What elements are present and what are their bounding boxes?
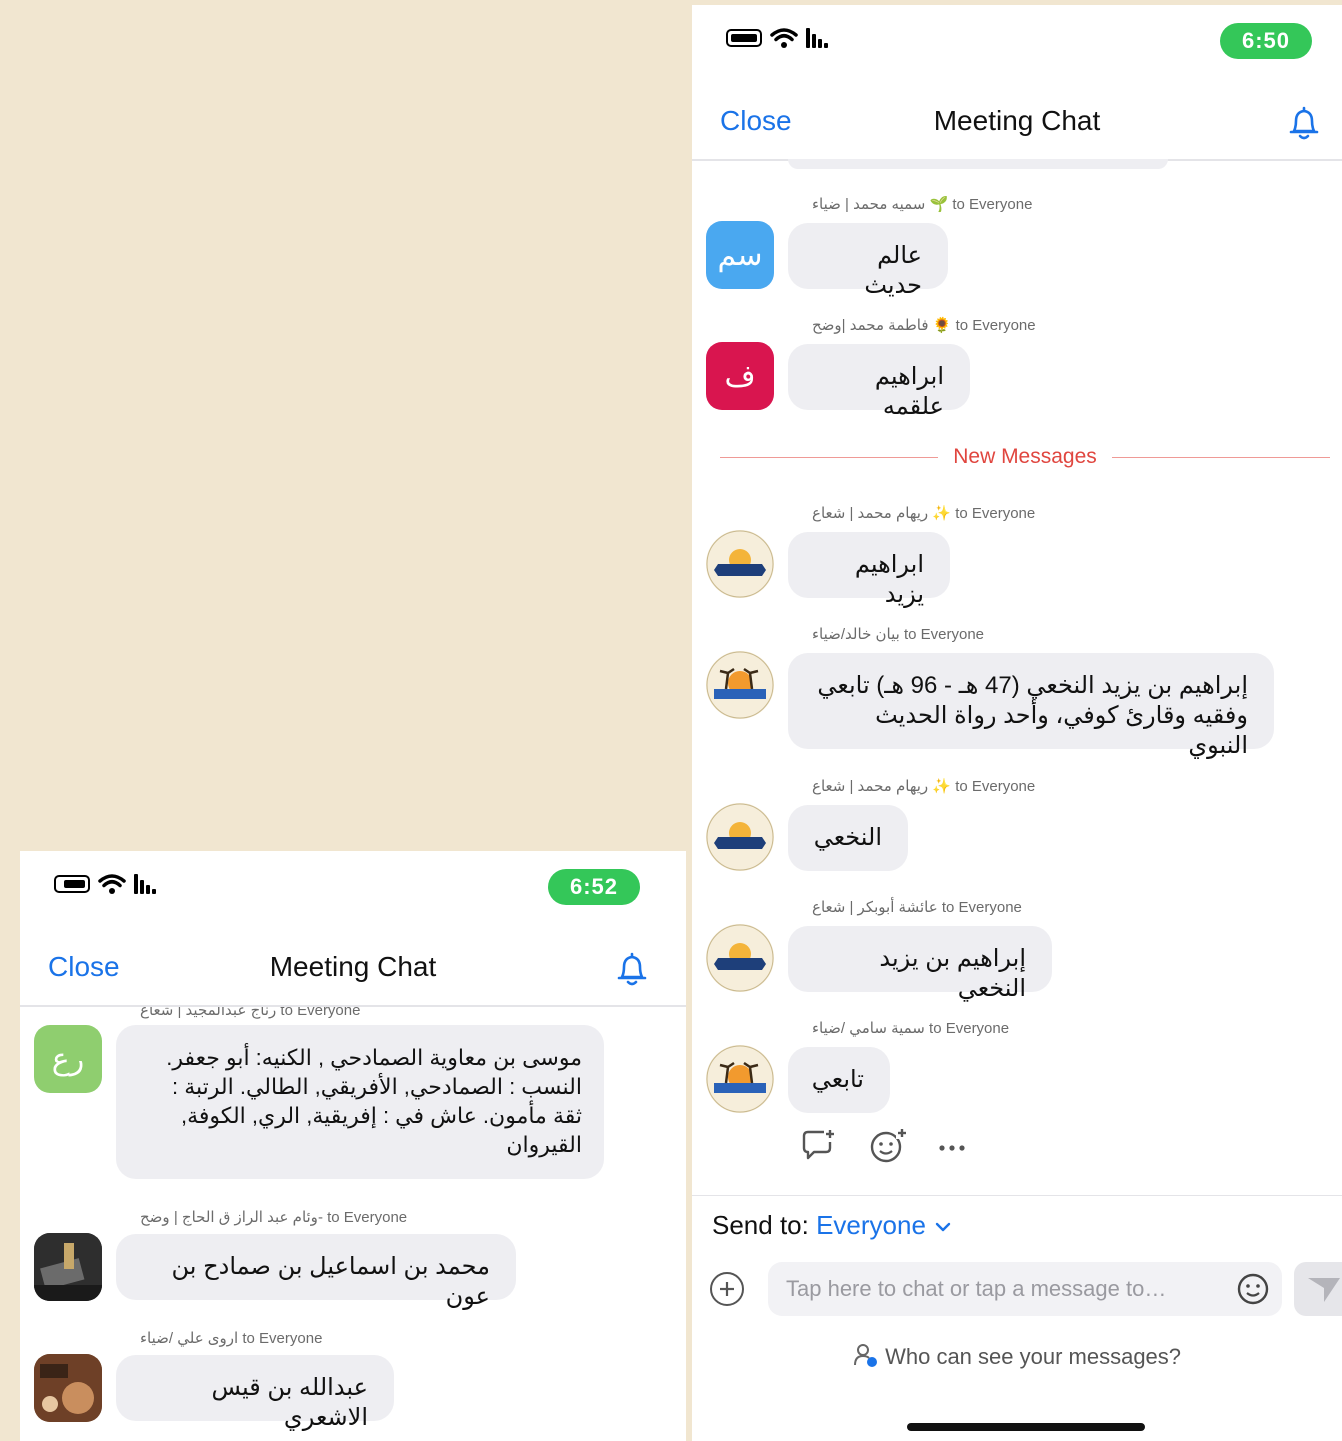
more-icon[interactable] [938, 1140, 968, 1158]
status-bar: 6:50 [692, 5, 1342, 85]
composer: Tap here to chat or tap a message to… [692, 1261, 1342, 1321]
shuaa-logo-avatar[interactable] [706, 803, 774, 871]
chat-input[interactable]: Tap here to chat or tap a message to… [768, 1262, 1282, 1316]
home-indicator [907, 1423, 1145, 1431]
time-pill: 6:50 [1219, 23, 1312, 59]
message-bubble[interactable]: إبراهيم بن يزيد النخعي (47 هـ - 96 هـ) ت… [788, 653, 1274, 759]
sender-label: سمية سامي /ضياء to Everyone [812, 1020, 1010, 1037]
diyaa-logo-avatar[interactable] [706, 1045, 774, 1113]
who-can-see-label: Who can see your messages? [885, 1344, 1182, 1369]
send-to-selector[interactable]: Send to: Everyone [712, 1210, 953, 1241]
photo-avatar[interactable] [34, 1354, 102, 1422]
chevron-down-icon [933, 1210, 953, 1240]
page-title: Meeting Chat [269, 951, 437, 982]
page-title: Meeting Chat [933, 105, 1101, 136]
battery-icon [54, 875, 90, 893]
message-line: إبراهيم بن يزيد النخعي (47 هـ - 96 هـ) ت… [817, 672, 1248, 699]
status-bar: 6:52 [20, 851, 686, 931]
diyaa-logo-avatar[interactable] [706, 651, 774, 719]
who-can-see-link[interactable]: Who can see your messages? [692, 1343, 1342, 1370]
new-messages-separator: New Messages [720, 445, 1330, 469]
message-line: النسب : الصمادحي, الأفريقي, الطالي. الرت… [172, 1074, 582, 1099]
person-lock-icon [853, 1344, 879, 1369]
sender-label: بيان خالد/ضياء to Everyone [812, 626, 985, 643]
signal-icon [806, 28, 828, 48]
nav-bar: Close Meeting Chat [20, 939, 686, 1007]
message-actions [800, 1127, 968, 1170]
message-bubble[interactable]: ابراهيم يزيد [788, 532, 950, 608]
sender-label: عائشة أبوبكر | شعاع to Everyone [812, 899, 1022, 916]
message-bubble[interactable]: تابعي [788, 1047, 890, 1113]
emoji-icon[interactable] [1236, 1272, 1270, 1311]
meeting-chat-screen-right: 6:50 Close Meeting Chat سميه محمد | ضياء… [692, 5, 1342, 1441]
message-bubble[interactable]: إبراهيم بن يزيد النخعي [788, 926, 1052, 1002]
reply-icon[interactable] [800, 1128, 838, 1169]
message-bubble[interactable]: محمد بن اسماعيل بن صمادح بن عون [116, 1234, 516, 1310]
plus-icon[interactable] [710, 1272, 744, 1306]
message-bubble[interactable]: النخعي [788, 805, 908, 871]
nav-bar: Close Meeting Chat [692, 93, 1342, 161]
message-line: موسى بن معاوية الصمادحي , الكنيه: أبو جع… [166, 1045, 582, 1070]
sender-label: سميه محمد | ضياء 🌱 to Everyone [812, 196, 1033, 213]
sender-label: فاطمة محمد |وضح 🌻 to Everyone [812, 317, 1036, 334]
time-pill: 6:52 [547, 869, 640, 905]
message-bubble[interactable]: ابراهيم علقمه [788, 344, 970, 420]
message-line: ثقة مأمون. عاش في : إفريقية, الري, الكوف… [181, 1103, 582, 1128]
sender-label: وئام عبد الراز ق الحاج | وضح- to Everyon… [140, 1209, 408, 1226]
avatar[interactable]: ف [706, 342, 774, 410]
shuaa-logo-avatar[interactable] [706, 530, 774, 598]
message-line: وفقيه وقارئ كوفي، وأحد رواة الحديث النبو… [875, 702, 1248, 759]
send-button[interactable] [1294, 1262, 1342, 1316]
message-line: القيروان [506, 1132, 582, 1157]
message-bubble[interactable]: عالم حديث [788, 223, 948, 299]
sender-label: ريهام محمد | شعاع ✨ to Everyone [812, 505, 1036, 522]
meeting-chat-screen-left: 6:52 Close Meeting Chat رناج عبدالمجيد |… [20, 851, 686, 1441]
wifi-icon [770, 27, 798, 49]
sender-label: ريهام محمد | شعاع ✨ to Everyone [812, 778, 1036, 795]
avatar[interactable]: سم [706, 221, 774, 289]
wifi-icon [98, 873, 126, 895]
add-reaction-icon[interactable] [868, 1127, 908, 1170]
signal-icon [134, 874, 156, 894]
photo-avatar[interactable] [34, 1233, 102, 1301]
message-bubble[interactable]: موسى بن معاوية الصمادحي , الكنيه: أبو جع… [116, 1025, 604, 1179]
message-bubble[interactable]: عبدالله بن قيس الاشعري [116, 1355, 394, 1431]
previous-message-peek [788, 159, 1168, 169]
bell-icon[interactable] [614, 951, 650, 989]
sender-label: اروى علي /ضياء to Everyone [140, 1330, 323, 1347]
send-to-value[interactable]: Everyone [816, 1210, 926, 1240]
avatar[interactable]: رع [34, 1025, 102, 1093]
send-to-label: Send to: [712, 1210, 809, 1240]
bell-icon[interactable] [1286, 105, 1322, 143]
battery-icon [726, 29, 762, 47]
chat-input-placeholder: Tap here to chat or tap a message to… [786, 1276, 1167, 1301]
shuaa-logo-avatar[interactable] [706, 924, 774, 992]
